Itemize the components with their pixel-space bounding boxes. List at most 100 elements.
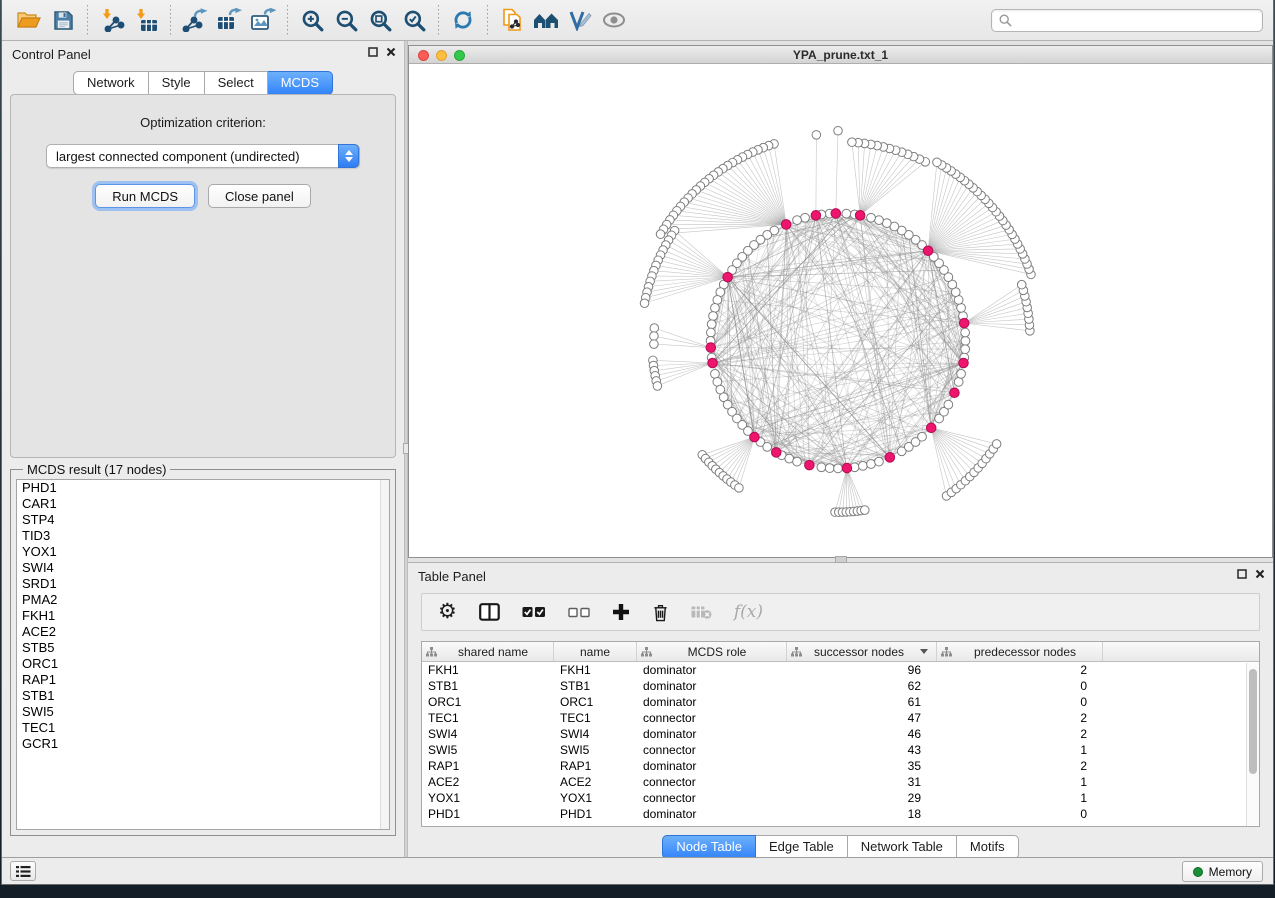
- criterion-dropdown[interactable]: largest connected component (undirected): [46, 144, 360, 168]
- dominator-node[interactable]: [959, 318, 969, 328]
- column-header-mcds-role[interactable]: MCDS role: [637, 642, 787, 661]
- export-image-icon[interactable]: [246, 4, 280, 36]
- table-cell[interactable]: 31: [787, 774, 937, 790]
- refresh-view-icon[interactable]: [446, 4, 480, 36]
- table-cell[interactable]: connector: [637, 710, 787, 726]
- tab-style[interactable]: Style: [149, 71, 205, 95]
- network-window-titlebar[interactable]: YPA_prune.txt_1: [409, 46, 1272, 64]
- table-cell[interactable]: 62: [787, 678, 937, 694]
- tab-node-table[interactable]: Node Table: [662, 835, 756, 859]
- export-network-icon[interactable]: [178, 4, 212, 36]
- select-all-checkboxes-icon[interactable]: [522, 606, 546, 618]
- table-row[interactable]: SWI5SWI5connector431: [422, 742, 1259, 758]
- clone-network-icon[interactable]: [495, 4, 529, 36]
- table-cell[interactable]: 46: [787, 726, 937, 742]
- create-column-icon[interactable]: [612, 603, 630, 621]
- table-cell[interactable]: 43: [787, 742, 937, 758]
- dominator-node[interactable]: [950, 388, 960, 398]
- tab-network-table[interactable]: Network Table: [848, 835, 957, 859]
- tab-select[interactable]: Select: [205, 71, 268, 95]
- memory-button[interactable]: Memory: [1182, 861, 1263, 882]
- table-cell[interactable]: SWI5: [422, 742, 554, 758]
- column-header-name[interactable]: name: [554, 642, 637, 661]
- tab-network[interactable]: Network: [73, 71, 149, 95]
- table-cell[interactable]: dominator: [637, 694, 787, 710]
- tab-motifs[interactable]: Motifs: [957, 835, 1019, 859]
- table-row[interactable]: ORC1ORC1dominator610: [422, 694, 1259, 710]
- tab-edge-table[interactable]: Edge Table: [756, 835, 848, 859]
- result-node-item[interactable]: CAR1: [17, 496, 389, 512]
- table-cell[interactable]: RAP1: [422, 758, 554, 774]
- table-cell[interactable]: dominator: [637, 726, 787, 742]
- result-node-item[interactable]: YOX1: [17, 544, 389, 560]
- run-mcds-button[interactable]: Run MCDS: [95, 184, 195, 208]
- task-history-button[interactable]: [10, 861, 36, 881]
- dominator-node[interactable]: [750, 432, 760, 442]
- table-cell[interactable]: STB1: [554, 678, 637, 694]
- open-session-icon[interactable]: [12, 4, 46, 36]
- zoom-in-icon[interactable]: [295, 4, 329, 36]
- dominator-node[interactable]: [855, 211, 865, 221]
- table-cell[interactable]: FKH1: [554, 662, 637, 678]
- result-node-item[interactable]: STB5: [17, 640, 389, 656]
- result-node-item[interactable]: FKH1: [17, 608, 389, 624]
- table-cell[interactable]: ACE2: [422, 774, 554, 790]
- table-cell[interactable]: RAP1: [554, 758, 637, 774]
- show-columns-icon[interactable]: [479, 603, 500, 621]
- zoom-fit-icon[interactable]: [363, 4, 397, 36]
- dominator-node[interactable]: [926, 423, 936, 433]
- close-icon[interactable]: [1255, 569, 1265, 579]
- network-graph[interactable]: [409, 64, 1272, 557]
- dominator-node[interactable]: [706, 343, 716, 353]
- result-node-item[interactable]: ORC1: [17, 656, 389, 672]
- column-header-successor-nodes[interactable]: successor nodes: [787, 642, 937, 661]
- table-cell[interactable]: dominator: [637, 806, 787, 822]
- table-cell[interactable]: YOX1: [554, 790, 637, 806]
- table-cell[interactable]: 0: [937, 694, 1103, 710]
- table-cell[interactable]: dominator: [637, 758, 787, 774]
- import-network-icon[interactable]: [95, 4, 129, 36]
- table-cell[interactable]: PHD1: [422, 806, 554, 822]
- table-cell[interactable]: 2: [937, 758, 1103, 774]
- table-cell[interactable]: 35: [787, 758, 937, 774]
- search-field[interactable]: [991, 9, 1263, 32]
- toggle-graphics-details-icon[interactable]: [597, 4, 631, 36]
- table-cell[interactable]: dominator: [637, 662, 787, 678]
- table-settings-gear-icon[interactable]: ⚙: [438, 602, 457, 622]
- table-cell[interactable]: 0: [937, 678, 1103, 694]
- table-cell[interactable]: 47: [787, 710, 937, 726]
- export-table-icon[interactable]: [212, 4, 246, 36]
- save-session-icon[interactable]: [46, 4, 80, 36]
- table-cell[interactable]: connector: [637, 742, 787, 758]
- table-cell[interactable]: 61: [787, 694, 937, 710]
- table-cell[interactable]: SWI4: [554, 726, 637, 742]
- scrollbar-thumb[interactable]: [1249, 669, 1257, 774]
- table-cell[interactable]: 1: [937, 742, 1103, 758]
- zoom-out-icon[interactable]: [329, 4, 363, 36]
- dominator-node[interactable]: [831, 209, 841, 219]
- table-cell[interactable]: 0: [937, 806, 1103, 822]
- table-row[interactable]: TEC1TEC1connector472: [422, 710, 1259, 726]
- float-icon[interactable]: [1237, 569, 1247, 579]
- dominator-node[interactable]: [811, 211, 821, 221]
- dominator-node[interactable]: [708, 358, 718, 368]
- zoom-traffic-light[interactable]: [454, 50, 465, 61]
- result-node-item[interactable]: ACE2: [17, 624, 389, 640]
- vizmapper-icon[interactable]: [563, 4, 597, 36]
- result-node-item[interactable]: TEC1: [17, 720, 389, 736]
- search-input[interactable]: [1016, 13, 1255, 27]
- result-node-item[interactable]: PHD1: [17, 480, 389, 496]
- table-row[interactable]: ACE2ACE2connector311: [422, 774, 1259, 790]
- result-node-item[interactable]: PMA2: [17, 592, 389, 608]
- deselect-all-checkboxes-icon[interactable]: [568, 607, 590, 618]
- dominator-node[interactable]: [781, 220, 791, 230]
- table-cell[interactable]: ORC1: [422, 694, 554, 710]
- table-cell[interactable]: YOX1: [422, 790, 554, 806]
- result-node-item[interactable]: STB1: [17, 688, 389, 704]
- table-row[interactable]: YOX1YOX1connector291: [422, 790, 1259, 806]
- table-cell[interactable]: PHD1: [554, 806, 637, 822]
- sort-desc-icon[interactable]: [920, 649, 928, 654]
- network-overview-icon[interactable]: [529, 4, 563, 36]
- result-list-scrollbar[interactable]: [380, 480, 389, 829]
- table-cell[interactable]: SWI4: [422, 726, 554, 742]
